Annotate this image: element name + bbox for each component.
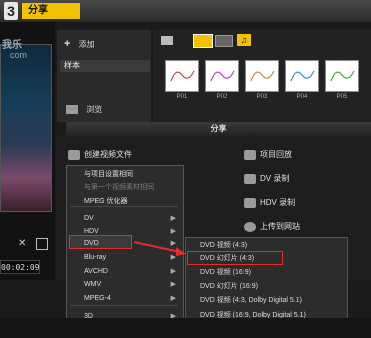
menu-item-label: 与第一个视频素材相同 xyxy=(84,184,154,191)
dvd-submenu-item[interactable]: DVD 视频 (16:9) xyxy=(200,267,350,279)
dv-record-button[interactable]: DV 录制 xyxy=(244,172,289,186)
project-playback-button[interactable]: 项目回放 xyxy=(244,148,292,162)
menu-item-label: 与项目设置相同 xyxy=(84,171,133,178)
thumbnail-label: P02 xyxy=(216,94,228,100)
library-item-sample[interactable]: 样本 xyxy=(60,60,150,72)
dvd-submenu-item[interactable]: DVD 视频 (4:3) xyxy=(200,240,350,252)
menu-item-label: HDV xyxy=(84,228,99,235)
media-thumbnail[interactable] xyxy=(205,60,239,92)
chevron-right-icon: ▶ xyxy=(170,295,176,302)
video-filter-icon[interactable] xyxy=(193,34,213,48)
dvd-submenu-item[interactable]: DVD 视频 (4:3, Dolby Digital 5.1) xyxy=(200,295,350,307)
create-video-file-button[interactable]: 创建视频文件 xyxy=(68,148,132,162)
watermark-domain: com xyxy=(10,50,28,60)
hdv-record-button[interactable]: HDV 录制 xyxy=(244,196,295,210)
plus-icon: + xyxy=(64,38,71,50)
dvd-submenu-item[interactable]: DVD 幻灯片 (16:9) xyxy=(200,281,350,293)
share-header: 分享 xyxy=(66,122,371,136)
media-thumbnail[interactable] xyxy=(325,60,359,92)
menu-item[interactable]: 与项目设置相同 xyxy=(84,168,180,181)
thumbnail-label: P03 xyxy=(256,94,268,100)
menu-item-label: Blu-ray xyxy=(84,254,107,261)
step-tab-share[interactable]: 分享 xyxy=(22,3,80,19)
browse-button[interactable]: 浏览 xyxy=(66,104,102,115)
menu-separator xyxy=(70,206,178,207)
menu-item[interactable]: WMV ▶ xyxy=(84,278,180,291)
dv-camera-icon xyxy=(244,173,256,184)
step-number: 3 xyxy=(4,2,18,20)
create-video-file-label: 创建视频文件 xyxy=(84,150,132,159)
media-thumbnail[interactable] xyxy=(245,60,279,92)
menu-item-label: MPEG 优化器 xyxy=(84,198,128,205)
menu-item[interactable]: MPEG-4 ▶ xyxy=(84,292,180,305)
timeline-strip xyxy=(0,318,371,338)
timecode-display[interactable]: 00:02:09 xyxy=(0,260,40,274)
media-thumbnail[interactable] xyxy=(285,60,319,92)
menu-item[interactable]: 与第一个视频素材相同 xyxy=(84,181,180,194)
upload-web-label: 上传到网站 xyxy=(260,222,300,231)
hdv-record-label: HDV 录制 xyxy=(260,198,296,207)
playback-icon xyxy=(244,149,256,160)
red-arrow-icon xyxy=(133,241,186,256)
menu-item[interactable]: DV ▶ xyxy=(84,212,180,225)
menu-item-label: DVD xyxy=(84,240,99,247)
media-thumbnail[interactable] xyxy=(165,60,199,92)
thumbnail-label: P04 xyxy=(296,94,308,100)
dv-record-label: DV 录制 xyxy=(260,174,290,183)
close-icon[interactable]: ✕ xyxy=(18,238,26,249)
image-filter-icon[interactable] xyxy=(215,35,233,47)
project-playback-label: 项目回放 xyxy=(260,150,292,159)
folder-icon[interactable] xyxy=(161,36,173,45)
add-button[interactable]: + 添加 xyxy=(64,38,95,52)
thumbnail-label: P05 xyxy=(336,94,348,100)
menu-item-label: AVCHD xyxy=(84,268,108,275)
menu-item-label: MPEG-4 xyxy=(84,295,111,302)
hdv-camera-icon xyxy=(244,197,256,208)
film-icon xyxy=(68,149,80,160)
copy-icon[interactable] xyxy=(36,238,48,250)
globe-icon xyxy=(244,221,256,232)
menu-separator xyxy=(70,305,178,306)
thumbnail-label: P01 xyxy=(176,94,188,100)
preview-controls: ✕ xyxy=(0,236,55,252)
music-filter-icon[interactable]: ♫ xyxy=(237,34,251,46)
menu-item-label: DV xyxy=(84,215,94,222)
menu-item[interactable]: AVCHD ▶ xyxy=(84,265,180,278)
chevron-right-icon: ▶ xyxy=(170,268,176,275)
folder-icon xyxy=(66,105,78,115)
upload-web-button[interactable]: 上传到网站 xyxy=(244,220,300,234)
chevron-right-icon: ▶ xyxy=(170,281,176,288)
dvd-submenu-item[interactable]: DVD 幻灯片 (4:3) xyxy=(200,253,350,265)
preview-image xyxy=(0,44,52,212)
menu-item-label: WMV xyxy=(84,281,102,288)
add-label: 添加 xyxy=(78,40,95,49)
watermark-logo: 我乐 xyxy=(2,40,22,51)
chevron-right-icon: ▶ xyxy=(170,215,176,222)
browse-label: 浏览 xyxy=(86,105,103,114)
